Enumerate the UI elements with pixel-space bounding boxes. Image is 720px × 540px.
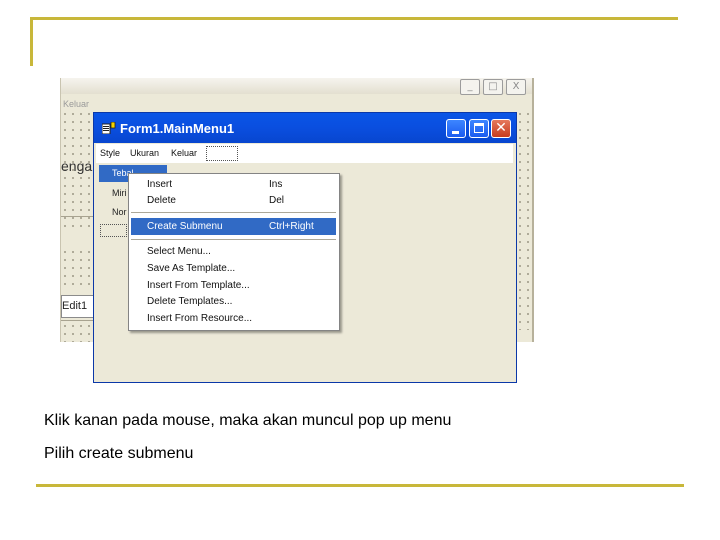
minimize-icon xyxy=(452,131,459,134)
popup-item-delete[interactable]: Delete Del xyxy=(131,192,336,209)
popup-separator xyxy=(131,212,336,213)
maximize-button[interactable] xyxy=(469,119,489,138)
menu-designer-icon xyxy=(102,122,116,134)
popup-item-shortcut: Ctrl+Right xyxy=(269,221,314,232)
menu-item-keluar[interactable]: Keluar xyxy=(171,148,197,158)
popup-item-delete-templates[interactable]: Delete Templates... xyxy=(131,293,336,310)
popup-item-label: Save As Template... xyxy=(147,263,236,274)
form-grid-right xyxy=(516,110,530,330)
background-minimize-button[interactable]: _ xyxy=(460,79,480,95)
background-maximize-button[interactable]: □ xyxy=(483,79,503,95)
caption-line-1: Klik kanan pada mouse, maka akan muncul … xyxy=(44,412,452,429)
form-label-partial: enga xyxy=(61,158,93,174)
decorative-bottom-line xyxy=(36,484,684,487)
popup-context-menu: Insert Ins Delete Del Create Submenu Ctr… xyxy=(128,173,340,331)
background-titlebar: _ □ X xyxy=(61,78,532,95)
menu-item-style[interactable]: Style xyxy=(100,148,120,158)
popup-item-insert-from-resource[interactable]: Insert From Resource... xyxy=(131,310,336,327)
menubar-new-item-placeholder[interactable] xyxy=(206,146,238,161)
maximize-icon xyxy=(474,123,484,133)
menu-item-ukuran[interactable]: Ukuran xyxy=(130,148,159,158)
decorative-top-line xyxy=(30,17,678,20)
popup-item-label: Delete xyxy=(147,195,176,206)
caption-line-2: Pilih create submenu xyxy=(44,445,194,462)
submenu-new-item-placeholder[interactable] xyxy=(100,224,127,237)
close-button[interactable]: ✕ xyxy=(491,119,511,138)
popup-separator xyxy=(131,239,336,240)
popup-item-shortcut: Ins xyxy=(269,179,283,190)
menu-designer-titlebar[interactable]: Form1.MainMenu1 ✕ xyxy=(94,113,516,143)
background-menu-keluar[interactable]: Keluar xyxy=(63,99,89,109)
popup-item-create-submenu[interactable]: Create Submenu Ctrl+Right xyxy=(131,218,336,235)
popup-item-label: Insert From Resource... xyxy=(147,313,253,324)
form-divider xyxy=(61,320,97,321)
form-edit-field[interactable]: Edit1 xyxy=(61,295,96,318)
minimize-button[interactable] xyxy=(446,119,466,138)
popup-item-label: Delete Templates... xyxy=(147,296,233,307)
popup-item-select-menu[interactable]: Select Menu... xyxy=(131,243,336,260)
popup-item-save-as-template[interactable]: Save As Template... xyxy=(131,260,336,277)
menu-designer-menubar: Style Ukuran Keluar xyxy=(96,144,513,163)
popup-item-label: Select Menu... xyxy=(147,246,211,257)
background-close-button[interactable]: X xyxy=(506,79,526,95)
popup-item-label: Create Submenu xyxy=(147,221,223,232)
popup-item-insert-from-template[interactable]: Insert From Template... xyxy=(131,277,336,294)
close-icon: ✕ xyxy=(495,120,507,136)
popup-item-insert[interactable]: Insert Ins xyxy=(131,176,336,193)
popup-item-label: Insert xyxy=(147,179,173,190)
menu-designer-title: Form1.MainMenu1 xyxy=(120,121,235,136)
popup-item-label: Insert From Template... xyxy=(147,280,250,291)
popup-item-shortcut: Del xyxy=(269,195,285,206)
decorative-left-line xyxy=(30,17,33,66)
